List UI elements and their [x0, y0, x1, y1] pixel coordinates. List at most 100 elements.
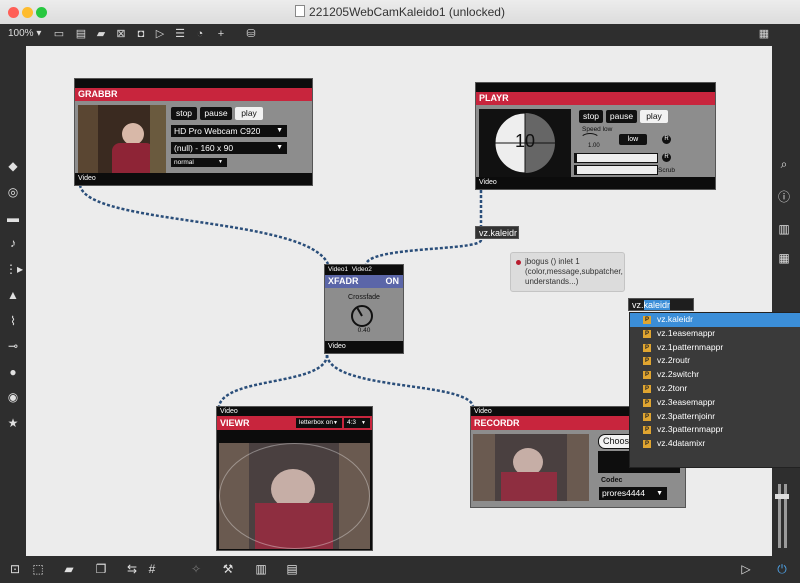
grabbr-play-button[interactable]: play [235, 107, 263, 120]
chevron-down-icon: ▼ [276, 127, 283, 134]
viewr-letterbox-menu[interactable]: letterbox on ▼ [296, 418, 342, 428]
grid-icon[interactable]: # [144, 561, 160, 577]
window-titlebar: 221205WebCamKaleido1 (unlocked) [0, 0, 800, 25]
grabbr-device-menu[interactable]: HD Pro Webcam C920 ▼ [171, 125, 287, 137]
grabbr-stop-button[interactable]: stop [171, 107, 197, 120]
autocomplete-item-label: vz.kaleidr [657, 314, 693, 324]
presentation-icon[interactable]: ▭ [52, 27, 66, 41]
grabbr-preview [78, 105, 166, 173]
piano-icon[interactable]: ▥ [253, 561, 269, 577]
comment-icon[interactable]: ▰ [61, 561, 77, 577]
viewr-inlet-bar: Video [217, 407, 372, 416]
zoom-level[interactable]: 100% ▾ [8, 28, 41, 39]
kaleidr-object-box[interactable]: vz.kaleidr [475, 226, 519, 239]
snapshot-icon[interactable]: ● [5, 364, 21, 380]
timeline-icon[interactable]: ⋮▸ [5, 261, 23, 277]
cord-xfadr-viewr[interactable] [217, 354, 329, 407]
viewr-letterbox-value: letterbox on [299, 419, 333, 426]
autocomplete-menu[interactable]: Pvz.kaleidr Pvz.1easemappr Pvz.1patternm… [629, 312, 800, 468]
help-circle-icon[interactable]: ◉ [5, 389, 21, 405]
playr-scrub-slider[interactable] [574, 165, 658, 175]
grabbr-module[interactable]: GRABBR stop pause play HD Pro Webcam C92… [74, 78, 313, 186]
magic-wand-icon[interactable]: ✧ [188, 561, 204, 577]
book-icon[interactable]: ▥ [776, 221, 792, 237]
lock-icon[interactable]: ⊡ [7, 561, 23, 577]
grabbr-outlet-bar: Video [75, 173, 312, 185]
comment-icon[interactable]: ▰ [94, 27, 108, 41]
playr-module[interactable]: PLAYR 10 stop pause play Speed low 1.00 … [475, 82, 716, 190]
playr-low-button[interactable]: low [619, 134, 647, 145]
package-icon: P [643, 384, 651, 393]
viewr-aspect-value: 4:3 [347, 419, 357, 426]
plug-icon[interactable]: ⊸ [5, 338, 21, 354]
playr-scrub-label: Scrub [658, 167, 675, 174]
debug-icon[interactable]: ⇆ [124, 561, 140, 577]
list-icon[interactable]: ☰ [173, 27, 187, 41]
autocomplete-item[interactable]: Pvz.2routr [630, 354, 800, 368]
slider-icon[interactable]: ▷ [153, 27, 167, 41]
recordr-codec-menu[interactable]: prores4444 ▼ [599, 487, 667, 500]
cord-grabbr-xfadr[interactable] [78, 184, 330, 265]
autocomplete-item-label: vz.2routr [657, 355, 691, 366]
power-icon[interactable]: ⏻ [774, 561, 790, 577]
typed-selection: kaleidr [643, 300, 671, 310]
xfadr-state-toggle[interactable]: ON [386, 275, 400, 288]
playr-speed-slider[interactable] [574, 153, 658, 163]
grabbr-pause-button[interactable]: pause [200, 107, 232, 120]
autocomplete-item[interactable]: Pvz.2tonr [630, 382, 800, 396]
autocomplete-item[interactable]: Pvz.1easemappr [630, 327, 800, 341]
playr-stop-button[interactable]: stop [579, 110, 603, 123]
playr-reset-button-2[interactable]: R [662, 153, 671, 162]
cord-xfadr-recordr[interactable] [325, 354, 475, 407]
autocomplete-item[interactable]: Pvz.4datamixr [630, 437, 800, 451]
cube-icon[interactable]: ◆ [5, 158, 21, 174]
xfadr-module[interactable]: Video1 Video2 XFADR ON Crossfade 0.40 Vid… [324, 264, 404, 354]
presentation-mode-icon[interactable]: ⬚ [30, 561, 46, 577]
autocomplete-item[interactable]: Pvz.1patternmappr [630, 341, 800, 355]
grid-view-icon[interactable]: ▦ [776, 250, 792, 266]
add-icon[interactable]: + [214, 27, 228, 41]
comment-line-3: understands...) [525, 277, 579, 286]
dial-icon[interactable]: ◔ [193, 27, 207, 41]
new-view-icon[interactable]: ❐ [93, 561, 109, 577]
chevron-down-icon: ▼ [361, 420, 366, 426]
playr-pause-button[interactable]: pause [606, 110, 637, 123]
viewr-aspect-menu[interactable]: 4:3 ▼ [344, 418, 370, 428]
playr-inlet-bar [476, 83, 715, 92]
grabbr-format-menu[interactable]: (null) - 160 x 90 ▼ [171, 142, 287, 154]
wrench-icon[interactable]: ⚒ [220, 561, 236, 577]
autocomplete-item-label: vz.2tonr [657, 382, 688, 393]
volume-slider-handle[interactable] [775, 494, 789, 499]
autocomplete-item[interactable]: Pvz.3patternmappr [630, 423, 800, 437]
target-icon[interactable]: ◎ [5, 184, 21, 200]
xfadr-crossfade-dial[interactable] [351, 305, 373, 327]
paperclip-icon[interactable]: ⌇ [5, 313, 21, 329]
recordr-preview [473, 434, 589, 501]
autocomplete-item[interactable]: Pvz.2switchr [630, 368, 800, 382]
new-object-box[interactable]: vz.kaleidr [628, 298, 694, 311]
autocomplete-item[interactable]: Pvz.3patternjoinr [630, 410, 800, 424]
star-icon[interactable]: ★ [5, 415, 21, 431]
autocomplete-item[interactable]: Pvz.3easemappr [630, 396, 800, 410]
viewr-module[interactable]: Video VIEWR letterbox on ▼ 4:3 ▼ [216, 406, 373, 551]
patcher-canvas[interactable]: GRABBR stop pause play HD Pro Webcam C92… [26, 46, 772, 556]
paint-bucket-icon[interactable]: ⛁ [244, 27, 258, 41]
playr-reset-button-1[interactable]: R [662, 135, 671, 144]
search-icon[interactable]: ⌕ [776, 156, 792, 172]
image-icon[interactable]: ▲ [5, 287, 21, 303]
grabbr-mode-menu[interactable]: normal ▼ [171, 158, 227, 167]
grid-icon[interactable]: ▤ [74, 27, 88, 41]
autocomplete-item-label: vz.2switchr [657, 369, 700, 380]
film-icon[interactable]: ▬ [5, 210, 21, 226]
playr-play-button[interactable]: play [640, 110, 668, 123]
autocomplete-item[interactable]: Pvz.kaleidr [630, 313, 800, 327]
play-icon[interactable]: ▷ [738, 561, 754, 577]
object-box-icon[interactable]: ⊠ [114, 27, 128, 41]
info-icon[interactable]: ⓘ [776, 189, 792, 205]
cord-kaleidr-xfadr[interactable] [364, 238, 483, 265]
message-icon[interactable]: ◘ [134, 27, 148, 41]
playr-speed-label: Speed low [582, 126, 613, 133]
music-note-icon[interactable]: ♪ [5, 235, 21, 251]
keyboard-icon[interactable]: ▤ [284, 561, 300, 577]
keyboard-icon[interactable]: ▦ [756, 27, 772, 41]
